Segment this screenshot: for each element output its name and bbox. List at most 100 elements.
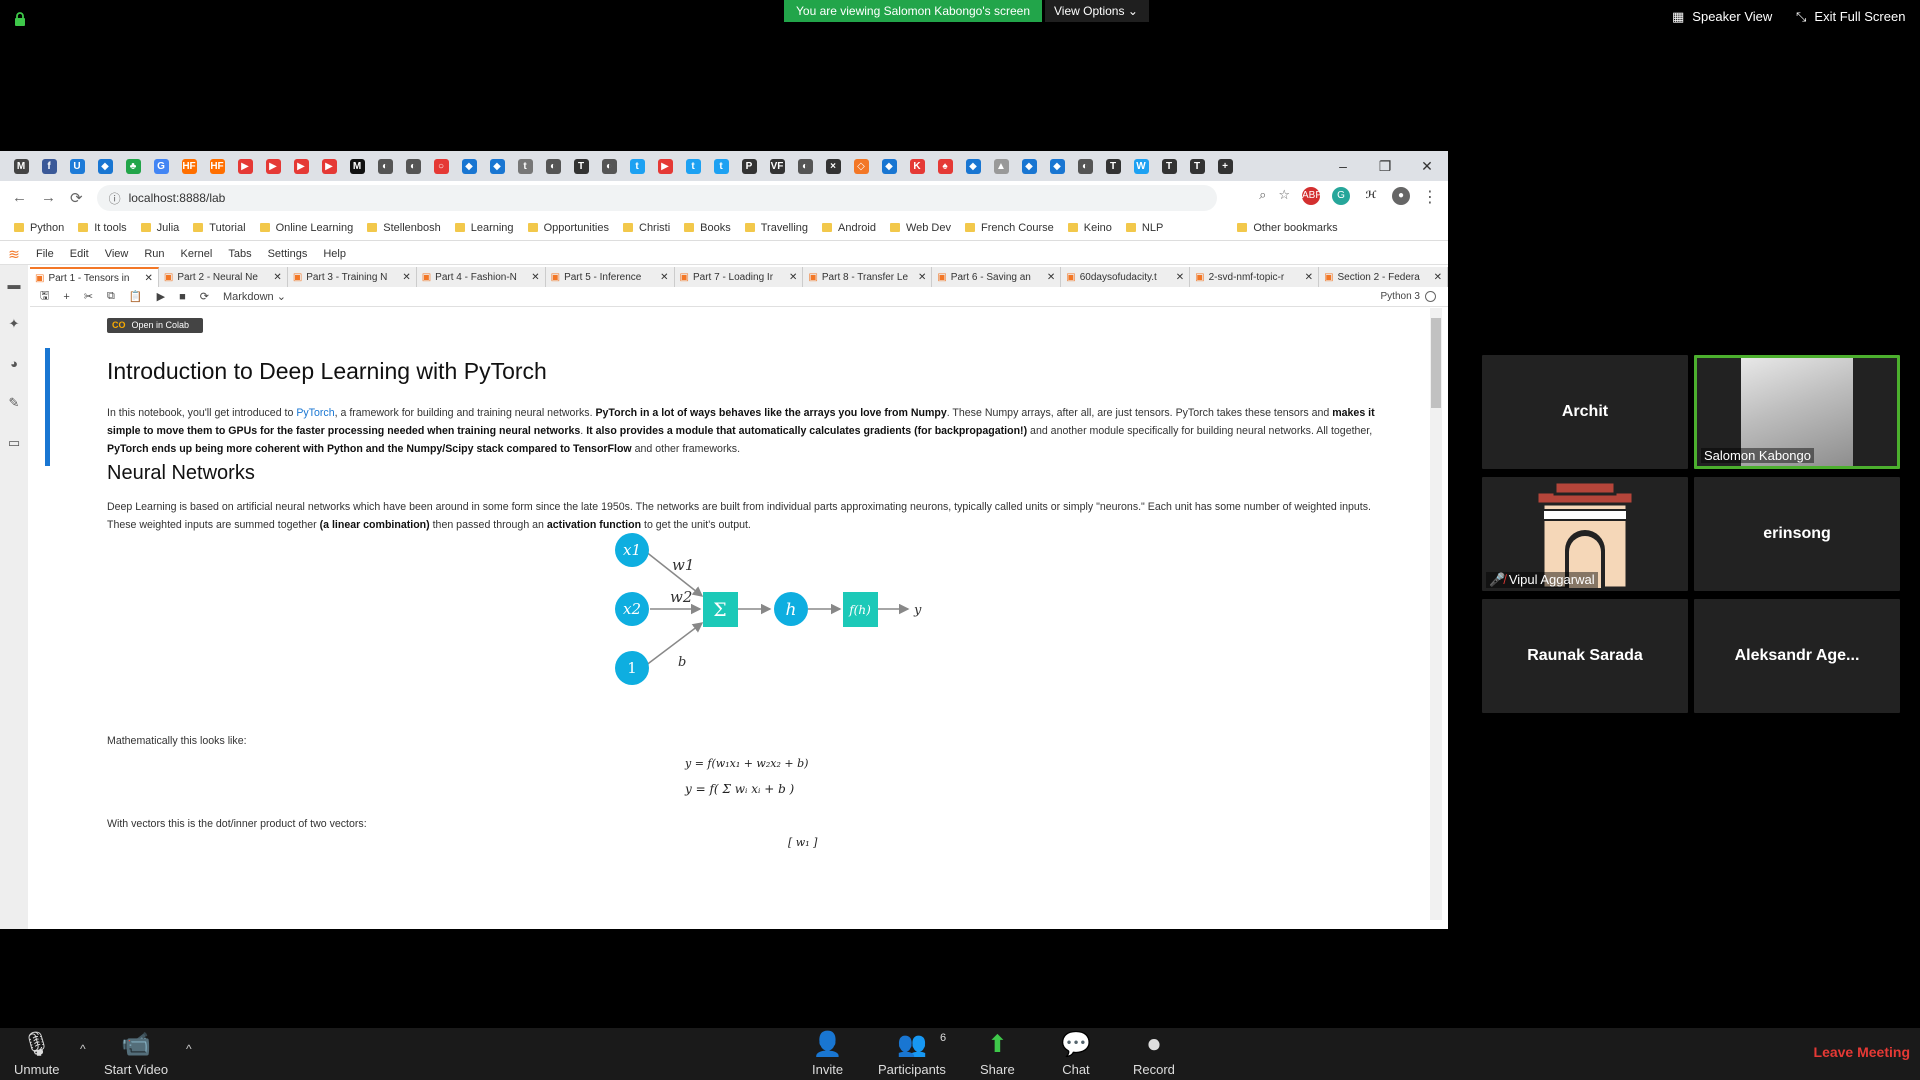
browser-tab[interactable]: ◐ [374, 155, 396, 177]
zoom-icon[interactable]: ⌕ [1259, 187, 1266, 207]
close-tab-icon[interactable]: ✕ [660, 272, 668, 283]
participant-tile[interactable]: 🎤̸ Vipul Aggarwal [1482, 477, 1688, 591]
notebook-tab[interactable]: ▣ Part 3 - Training N ✕ [288, 267, 417, 287]
paste-icon[interactable]: 📋 [129, 290, 143, 303]
share-button[interactable]: ⬆ Share [980, 1032, 1015, 1078]
menu-tabs[interactable]: Tabs [220, 248, 259, 260]
cell-type-select[interactable]: Markdown ⌄ [223, 290, 286, 303]
browser-tab[interactable]: G [150, 155, 172, 177]
bookmark-folder[interactable]: Tutorial [193, 222, 246, 234]
pytorch-link[interactable]: PyTorch [296, 407, 334, 419]
close-icon[interactable]: ✕ [1406, 151, 1448, 181]
folder-icon[interactable]: ▬ [8, 277, 21, 292]
url-field[interactable]: ⓘ localhost:8888/lab [96, 185, 1217, 211]
bookmark-folder[interactable]: Christi [623, 222, 670, 234]
menu-help[interactable]: Help [315, 248, 354, 260]
restore-icon[interactable]: ❐ [1364, 151, 1406, 181]
bookmark-folder[interactable]: Opportunities [527, 222, 609, 234]
start-video-button[interactable]: 📹 Start Video [104, 1032, 168, 1078]
bookmark-folder[interactable]: French Course [965, 222, 1054, 234]
menu-kernel[interactable]: Kernel [173, 248, 221, 260]
bookmark-folder[interactable]: Stellenbosh [367, 222, 441, 234]
browser-tab[interactable]: t [514, 155, 536, 177]
browser-tab[interactable]: ▲ [990, 155, 1012, 177]
browser-tab[interactable]: ▶ [654, 155, 676, 177]
audio-options-chevron-icon[interactable]: ^ [80, 1042, 86, 1056]
browser-tab[interactable]: ♠ [934, 155, 956, 177]
view-options-button[interactable]: View Options ⌄ [1045, 0, 1149, 22]
browser-tab[interactable]: ◐ [402, 155, 424, 177]
close-tab-icon[interactable]: ✕ [1176, 272, 1184, 283]
browser-tab[interactable]: ◆ [962, 155, 984, 177]
other-bookmarks-folder[interactable]: Other bookmarks [1237, 222, 1338, 234]
browser-tab[interactable]: f [38, 155, 60, 177]
menu-kebab-icon[interactable]: ⋮ [1422, 187, 1438, 207]
unmute-button[interactable]: 🎙 Unmute [14, 1032, 60, 1078]
invite-button[interactable]: 👤 Invite [812, 1032, 843, 1078]
browser-tab[interactable]: t [626, 155, 648, 177]
browser-tab[interactable]: ◆ [1046, 155, 1068, 177]
palette-icon[interactable]: ◕ [10, 356, 18, 371]
browser-tab[interactable]: ◐ [598, 155, 620, 177]
menu-settings[interactable]: Settings [260, 248, 316, 260]
notebook-tab[interactable]: ▣ Part 1 - Tensors in ✕ [30, 267, 159, 287]
minimize-icon[interactable]: – [1322, 151, 1364, 181]
extension-icon[interactable]: ℋ [1362, 187, 1380, 205]
close-tab-icon[interactable]: ✕ [1434, 272, 1442, 283]
notebook-scrollbar[interactable] [1430, 308, 1442, 920]
notebook-tab[interactable]: ▣ Part 2 - Neural Ne ✕ [159, 267, 288, 287]
notebook-tab[interactable]: ▣ Part 8 - Transfer Le ✕ [803, 267, 933, 287]
record-button[interactable]: ⏺ Record [1133, 1032, 1175, 1078]
menu-edit[interactable]: Edit [62, 248, 97, 260]
browser-tab[interactable]: × [822, 155, 844, 177]
close-tab-icon[interactable]: ✕ [789, 272, 797, 283]
restart-icon[interactable]: ⟳ [200, 290, 209, 303]
close-tab-icon[interactable]: ✕ [1047, 272, 1055, 283]
bookmark-folder[interactable]: Julia [140, 222, 179, 234]
browser-tab[interactable]: ◆ [94, 155, 116, 177]
browser-tab[interactable]: ◐ [1074, 155, 1096, 177]
participant-tile[interactable]: Raunak Sarada [1482, 599, 1688, 713]
browser-tab[interactable]: U [66, 155, 88, 177]
video-options-chevron-icon[interactable]: ^ [186, 1042, 192, 1056]
copy-icon[interactable]: ⧉ [107, 290, 115, 303]
close-tab-icon[interactable]: ✕ [145, 273, 153, 284]
browser-tab[interactable]: t [710, 155, 732, 177]
browser-tab[interactable]: T [1186, 155, 1208, 177]
browser-tab[interactable]: ▶ [318, 155, 340, 177]
save-icon[interactable]: 🖫 [40, 287, 49, 306]
browser-tab[interactable]: VF [766, 155, 788, 177]
cut-icon[interactable]: ✂ [84, 290, 93, 303]
browser-tab[interactable]: ◆ [1018, 155, 1040, 177]
bookmark-folder[interactable]: Android [822, 222, 876, 234]
browser-tab[interactable]: W [1130, 155, 1152, 177]
star-icon[interactable]: ☆ [1278, 187, 1290, 207]
notebook-tab[interactable]: ▣ Part 4 - Fashion-N ✕ [417, 267, 546, 287]
bookmark-folder[interactable]: NLP [1125, 222, 1163, 234]
bookmark-folder[interactable]: Books [684, 222, 731, 234]
browser-tab[interactable]: M [346, 155, 368, 177]
close-tab-icon[interactable]: ✕ [402, 272, 410, 283]
participants-button[interactable]: 👥 Participants [878, 1032, 946, 1078]
wrench-icon[interactable]: ✎ [9, 395, 20, 411]
bookmark-folder[interactable]: Web Dev [889, 222, 951, 234]
notebook-tab[interactable]: ▣ Part 5 - Inference ✕ [546, 267, 675, 287]
browser-tab[interactable]: ◐ [794, 155, 816, 177]
close-tab-icon[interactable]: ✕ [531, 272, 539, 283]
add-cell-icon[interactable]: + [63, 291, 69, 303]
notebook-tab[interactable]: ▣ 60daysofudacity.t ✕ [1061, 267, 1191, 287]
browser-tab[interactable]: + [1214, 155, 1236, 177]
bookmark-folder[interactable]: Travelling [744, 222, 808, 234]
bookmark-folder[interactable]: Keino [1067, 222, 1112, 234]
browser-tab[interactable]: ◆ [458, 155, 480, 177]
close-tab-icon[interactable]: ✕ [918, 272, 926, 283]
leave-meeting-button[interactable]: Leave Meeting [1814, 1044, 1910, 1060]
exit-full-screen-button[interactable]: ⤡ Exit Full Screen [1796, 6, 1905, 28]
menu-file[interactable]: File [28, 248, 62, 260]
participant-tile[interactable]: Archit [1482, 355, 1688, 469]
speaker-view-button[interactable]: ▦ Speaker View [1672, 6, 1772, 28]
bookmark-folder[interactable]: It tools [78, 222, 127, 234]
adblock-icon[interactable]: ABP [1302, 187, 1322, 205]
browser-tab[interactable]: HF [206, 155, 228, 177]
browser-tab[interactable]: t [682, 155, 704, 177]
